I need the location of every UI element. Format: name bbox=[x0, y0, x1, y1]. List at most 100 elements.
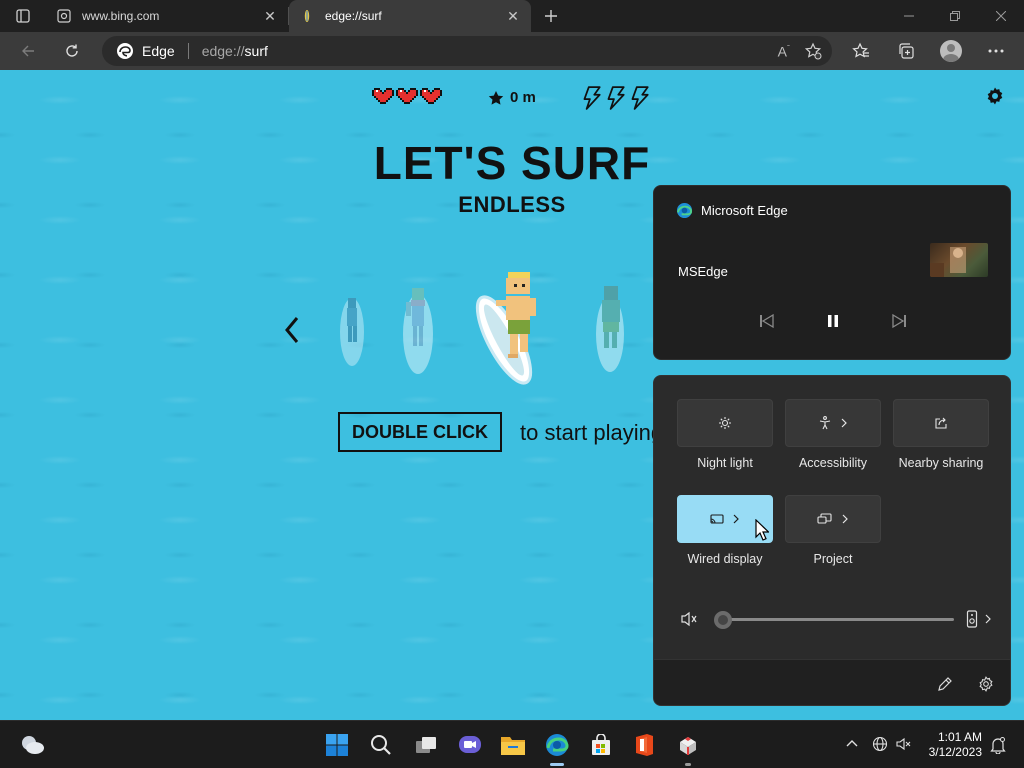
edit-quick-settings-button[interactable] bbox=[935, 674, 955, 694]
tab-bing[interactable]: www.bing.com ✕ bbox=[46, 0, 288, 32]
heart-icon bbox=[372, 88, 394, 104]
chat-icon bbox=[459, 736, 481, 753]
cast-icon bbox=[710, 514, 724, 524]
character-option-left[interactable] bbox=[398, 282, 438, 376]
skip-next-icon bbox=[892, 313, 906, 329]
mouse-cursor-icon bbox=[755, 519, 769, 541]
tile-button[interactable] bbox=[893, 399, 989, 447]
audio-output-icon[interactable] bbox=[966, 610, 978, 628]
edge-logo-icon bbox=[676, 202, 693, 219]
start-button[interactable] bbox=[322, 730, 352, 760]
pause-button[interactable] bbox=[822, 310, 844, 332]
favorites-icon bbox=[851, 42, 869, 58]
character-option-far-left[interactable] bbox=[336, 288, 368, 368]
address-bar[interactable]: Edge edge://surf Aˉ bbox=[102, 36, 832, 66]
chevron-right-icon bbox=[841, 418, 847, 428]
volume-slider-thumb[interactable] bbox=[714, 611, 732, 629]
edge-brand-chip[interactable]: Edge bbox=[116, 42, 175, 60]
office-button[interactable] bbox=[629, 730, 659, 760]
next-track-button[interactable] bbox=[888, 310, 910, 332]
tile-button[interactable] bbox=[785, 495, 881, 543]
tile-label: Accessibility bbox=[798, 456, 868, 470]
store-bag-icon bbox=[592, 734, 610, 755]
tile-label: Nearby sharing bbox=[898, 456, 984, 470]
night-light-toggle[interactable]: Night light bbox=[677, 399, 773, 470]
url-scheme: edge:// bbox=[201, 43, 245, 59]
office-logo-icon bbox=[636, 734, 653, 756]
settings-and-more-button[interactable] bbox=[973, 35, 1018, 67]
bing-favicon-icon bbox=[56, 8, 72, 24]
tab-actions-button[interactable] bbox=[0, 0, 46, 32]
gift-box-icon bbox=[680, 737, 696, 755]
previous-track-button[interactable] bbox=[756, 310, 778, 332]
project-toggle[interactable]: Project bbox=[785, 495, 881, 566]
volume-slider-track[interactable] bbox=[722, 618, 954, 621]
network-globe-icon[interactable] bbox=[872, 736, 888, 752]
minimize-button[interactable] bbox=[886, 0, 932, 32]
heart-icon bbox=[420, 88, 442, 104]
search-button[interactable] bbox=[366, 730, 396, 760]
share-icon bbox=[935, 417, 947, 429]
tile-button[interactable] bbox=[677, 399, 773, 447]
media-thumbnail bbox=[930, 243, 988, 277]
close-window-button[interactable] bbox=[978, 0, 1024, 32]
restore-button[interactable] bbox=[932, 0, 978, 32]
speaker-muted-icon[interactable] bbox=[680, 610, 698, 628]
show-hidden-icons-chevron-up-icon[interactable] bbox=[846, 739, 858, 747]
address-brand-label: Edge bbox=[142, 43, 175, 59]
edge-taskbar-button[interactable] bbox=[542, 730, 572, 766]
character-selected-surfer[interactable] bbox=[466, 268, 550, 392]
game-hud: 0 m bbox=[0, 86, 1024, 110]
microsoft-store-button[interactable] bbox=[586, 730, 616, 760]
read-aloud-icon[interactable]: Aˉ bbox=[778, 43, 790, 60]
new-tab-button[interactable] bbox=[535, 0, 567, 32]
add-favorite-icon[interactable] bbox=[804, 42, 822, 60]
favorites-button[interactable] bbox=[838, 35, 883, 67]
all-settings-button[interactable] bbox=[976, 674, 996, 694]
running-app-indicator bbox=[685, 763, 691, 766]
folder-icon bbox=[501, 737, 525, 755]
lightning-bolt-icon bbox=[583, 86, 601, 110]
close-tab-icon[interactable]: ✕ bbox=[262, 8, 278, 24]
toolbar-right bbox=[838, 35, 1018, 67]
clock-time: 1:01 AM bbox=[937, 730, 982, 744]
weather-widget-button[interactable] bbox=[17, 730, 47, 760]
chevron-right-icon[interactable] bbox=[984, 614, 992, 624]
chevron-right-icon bbox=[733, 514, 739, 524]
tile-label: Wired display bbox=[687, 552, 763, 566]
more-icon bbox=[988, 49, 1003, 53]
double-click-hint: DOUBLE CLICK bbox=[338, 412, 502, 452]
window-controls bbox=[886, 0, 1024, 32]
task-view-button[interactable] bbox=[411, 730, 441, 760]
notifications-bell-icon[interactable] bbox=[990, 736, 1006, 754]
app-button[interactable] bbox=[673, 730, 703, 766]
address-actions: Aˉ bbox=[778, 36, 822, 66]
profile-button[interactable] bbox=[928, 35, 973, 67]
tab-title: edge://surf bbox=[325, 9, 382, 23]
media-control-flyout: Microsoft Edge MSEdge bbox=[653, 185, 1011, 360]
lightning-bolt-icon bbox=[607, 86, 625, 110]
media-source: Microsoft Edge bbox=[676, 202, 788, 219]
teams-chat-button[interactable] bbox=[455, 730, 485, 760]
tab-surf[interactable]: edge://surf ✕ bbox=[289, 0, 531, 32]
url-host: surf bbox=[244, 43, 268, 59]
tile-button[interactable] bbox=[785, 399, 881, 447]
file-explorer-button[interactable] bbox=[498, 730, 528, 760]
tile-label: Night light bbox=[697, 456, 753, 470]
back-button[interactable] bbox=[10, 35, 46, 67]
refresh-button[interactable] bbox=[54, 35, 90, 67]
volume-muted-icon[interactable] bbox=[896, 736, 912, 752]
character-option-right[interactable] bbox=[592, 282, 630, 374]
task-view-icon bbox=[416, 737, 436, 753]
pause-icon bbox=[828, 315, 838, 327]
windows-logo-icon bbox=[326, 734, 348, 756]
accessibility-toggle[interactable]: Accessibility bbox=[785, 399, 881, 470]
nearby-sharing-toggle[interactable]: Nearby sharing bbox=[893, 399, 989, 470]
weather-cloud-icon bbox=[22, 736, 44, 754]
clock[interactable]: 1:01 AM 3/12/2023 bbox=[922, 730, 982, 760]
previous-character-button[interactable] bbox=[282, 315, 302, 345]
chevron-right-icon bbox=[842, 514, 848, 524]
game-settings-icon[interactable] bbox=[985, 86, 1005, 106]
close-tab-icon[interactable]: ✕ bbox=[505, 8, 521, 24]
collections-button[interactable] bbox=[883, 35, 928, 67]
